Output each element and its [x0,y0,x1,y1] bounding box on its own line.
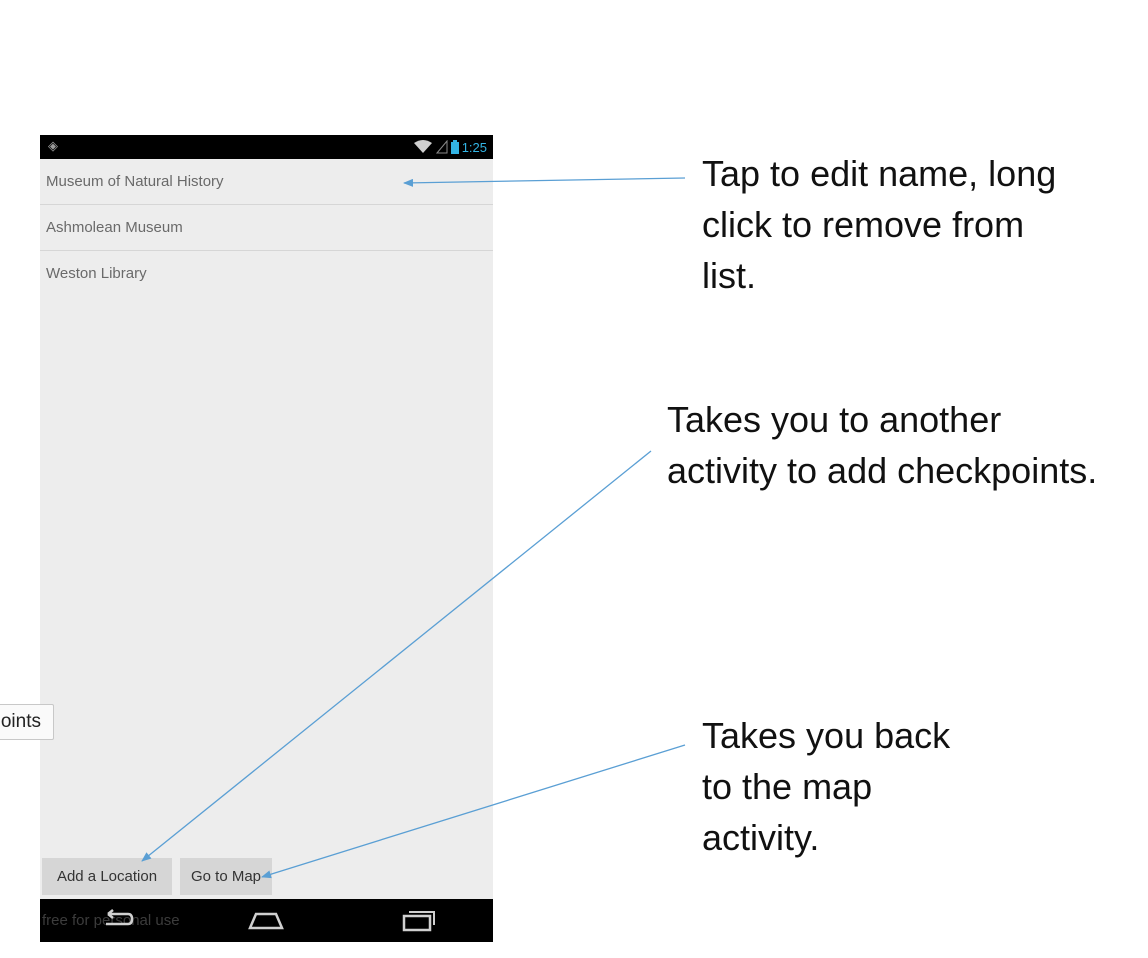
arrow-to-add-location [141,450,652,862]
arrow-to-go-to-map [261,744,686,879]
arrow-to-list-item [403,177,686,187]
annotation-arrows [141,177,686,879]
